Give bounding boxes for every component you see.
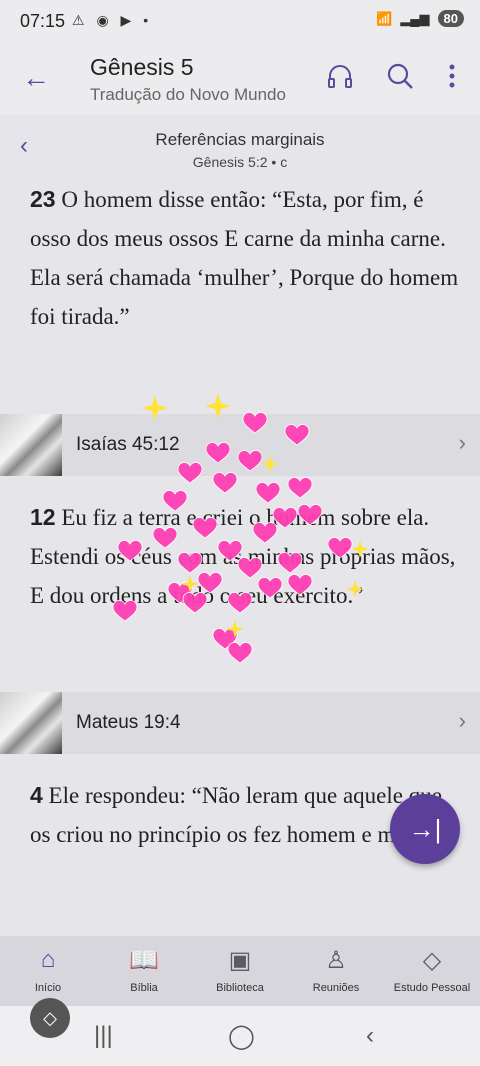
verse-number: 12	[30, 504, 56, 530]
media-library-icon: ▣	[228, 947, 252, 974]
system-navigation-bar: ||| ◯ ‹	[0, 1006, 480, 1066]
battery-indicator: 80	[437, 10, 464, 27]
recent-apps-icon[interactable]: |||	[94, 1022, 113, 1050]
chevron-right-icon: ›	[458, 430, 466, 455]
reference-label: Mateus 19:4	[76, 712, 181, 733]
back-arrow-icon[interactable]: ←	[22, 62, 50, 94]
notification-icons: ⚠ ◉ ▶ •	[72, 12, 153, 28]
person-podium-icon: ♙	[325, 947, 347, 974]
arrow-to-end-icon: →|	[408, 814, 442, 844]
verse-text: Eu fiz a terra e criei o homem sobre ela…	[30, 505, 456, 608]
chevron-right-icon: ›	[458, 708, 466, 733]
bible-thumbnail	[0, 692, 62, 754]
diamond-icon: ◇	[422, 947, 442, 974]
nav-label: Reuniões	[312, 982, 360, 994]
nav-label: Estudo Pessoal	[393, 982, 471, 994]
home-circle-icon[interactable]: ◯	[228, 1022, 255, 1051]
status-right: 📶 ▂▄▆ 80	[376, 10, 464, 27]
nav-label: Bíblia	[130, 982, 158, 994]
verse-block-1: 23 O homem disse então: “Esta, por fim, …	[30, 180, 460, 336]
more-options-icon[interactable]	[446, 62, 458, 97]
headphones-icon[interactable]	[326, 62, 354, 97]
nav-library[interactable]: ▣ Biblioteca	[192, 936, 288, 1006]
home-icon: ⌂	[40, 946, 56, 973]
bottom-navigation: ⌂ Início 📖 Bíblia ▣ Biblioteca ♙ Reuniõe…	[0, 936, 480, 1006]
next-reference-button[interactable]: →|	[390, 794, 460, 864]
wifi-icon: 📶	[376, 10, 393, 26]
status-bar: 07:15 ⚠ ◉ ▶ • 📶 ▂▄▆ 80	[0, 0, 480, 44]
nav-label: Início	[34, 982, 62, 994]
verse-number: 4	[30, 782, 43, 808]
verse-text: O homem disse então: “Esta, por fim, é o…	[30, 187, 459, 329]
reference-row-1[interactable]: Isaías 45:12 ›	[0, 414, 480, 476]
search-icon[interactable]	[386, 62, 414, 97]
references-title: Referências marginais	[155, 130, 325, 149]
nav-label: Biblioteca	[216, 982, 264, 994]
reference-label: Isaías 45:12	[76, 434, 180, 455]
app-bar: ← Gênesis 5 Tradução do Novo Mundo	[0, 44, 480, 114]
system-back-icon[interactable]: ‹	[366, 1022, 374, 1050]
verse-text: Ele respondeu: “Não leram que aquele que…	[30, 783, 448, 847]
status-time: 07:15	[20, 11, 66, 31]
references-subtitle: Gênesis 5:2 • c	[192, 154, 288, 170]
reference-row-2[interactable]: Mateus 19:4 ›	[0, 692, 480, 754]
page-subtitle: Tradução do Novo Mundo	[90, 85, 286, 104]
rotate-screen-icon[interactable]: ◇	[30, 998, 70, 1038]
references-header: ‹ Referências marginais Gênesis 5:2 • c	[0, 114, 480, 176]
title-box: Gênesis 5 Tradução do Novo Mundo	[90, 54, 286, 105]
signal-icon: ▂▄▆	[400, 10, 430, 26]
page-title: Gênesis 5	[90, 54, 194, 80]
nav-personal-study[interactable]: ◇ Estudo Pessoal	[384, 936, 480, 1006]
nav-bible[interactable]: 📖 Bíblia	[96, 936, 192, 1006]
verse-number: 23	[30, 186, 56, 212]
open-book-icon: 📖	[129, 947, 159, 974]
verse-block-2: 12 Eu fiz a terra e criei o homem sobre …	[30, 498, 460, 615]
nav-meetings[interactable]: ♙ Reuniões	[288, 936, 384, 1006]
bible-thumbnail	[0, 414, 62, 476]
nav-home[interactable]: ⌂ Início	[0, 936, 96, 1006]
